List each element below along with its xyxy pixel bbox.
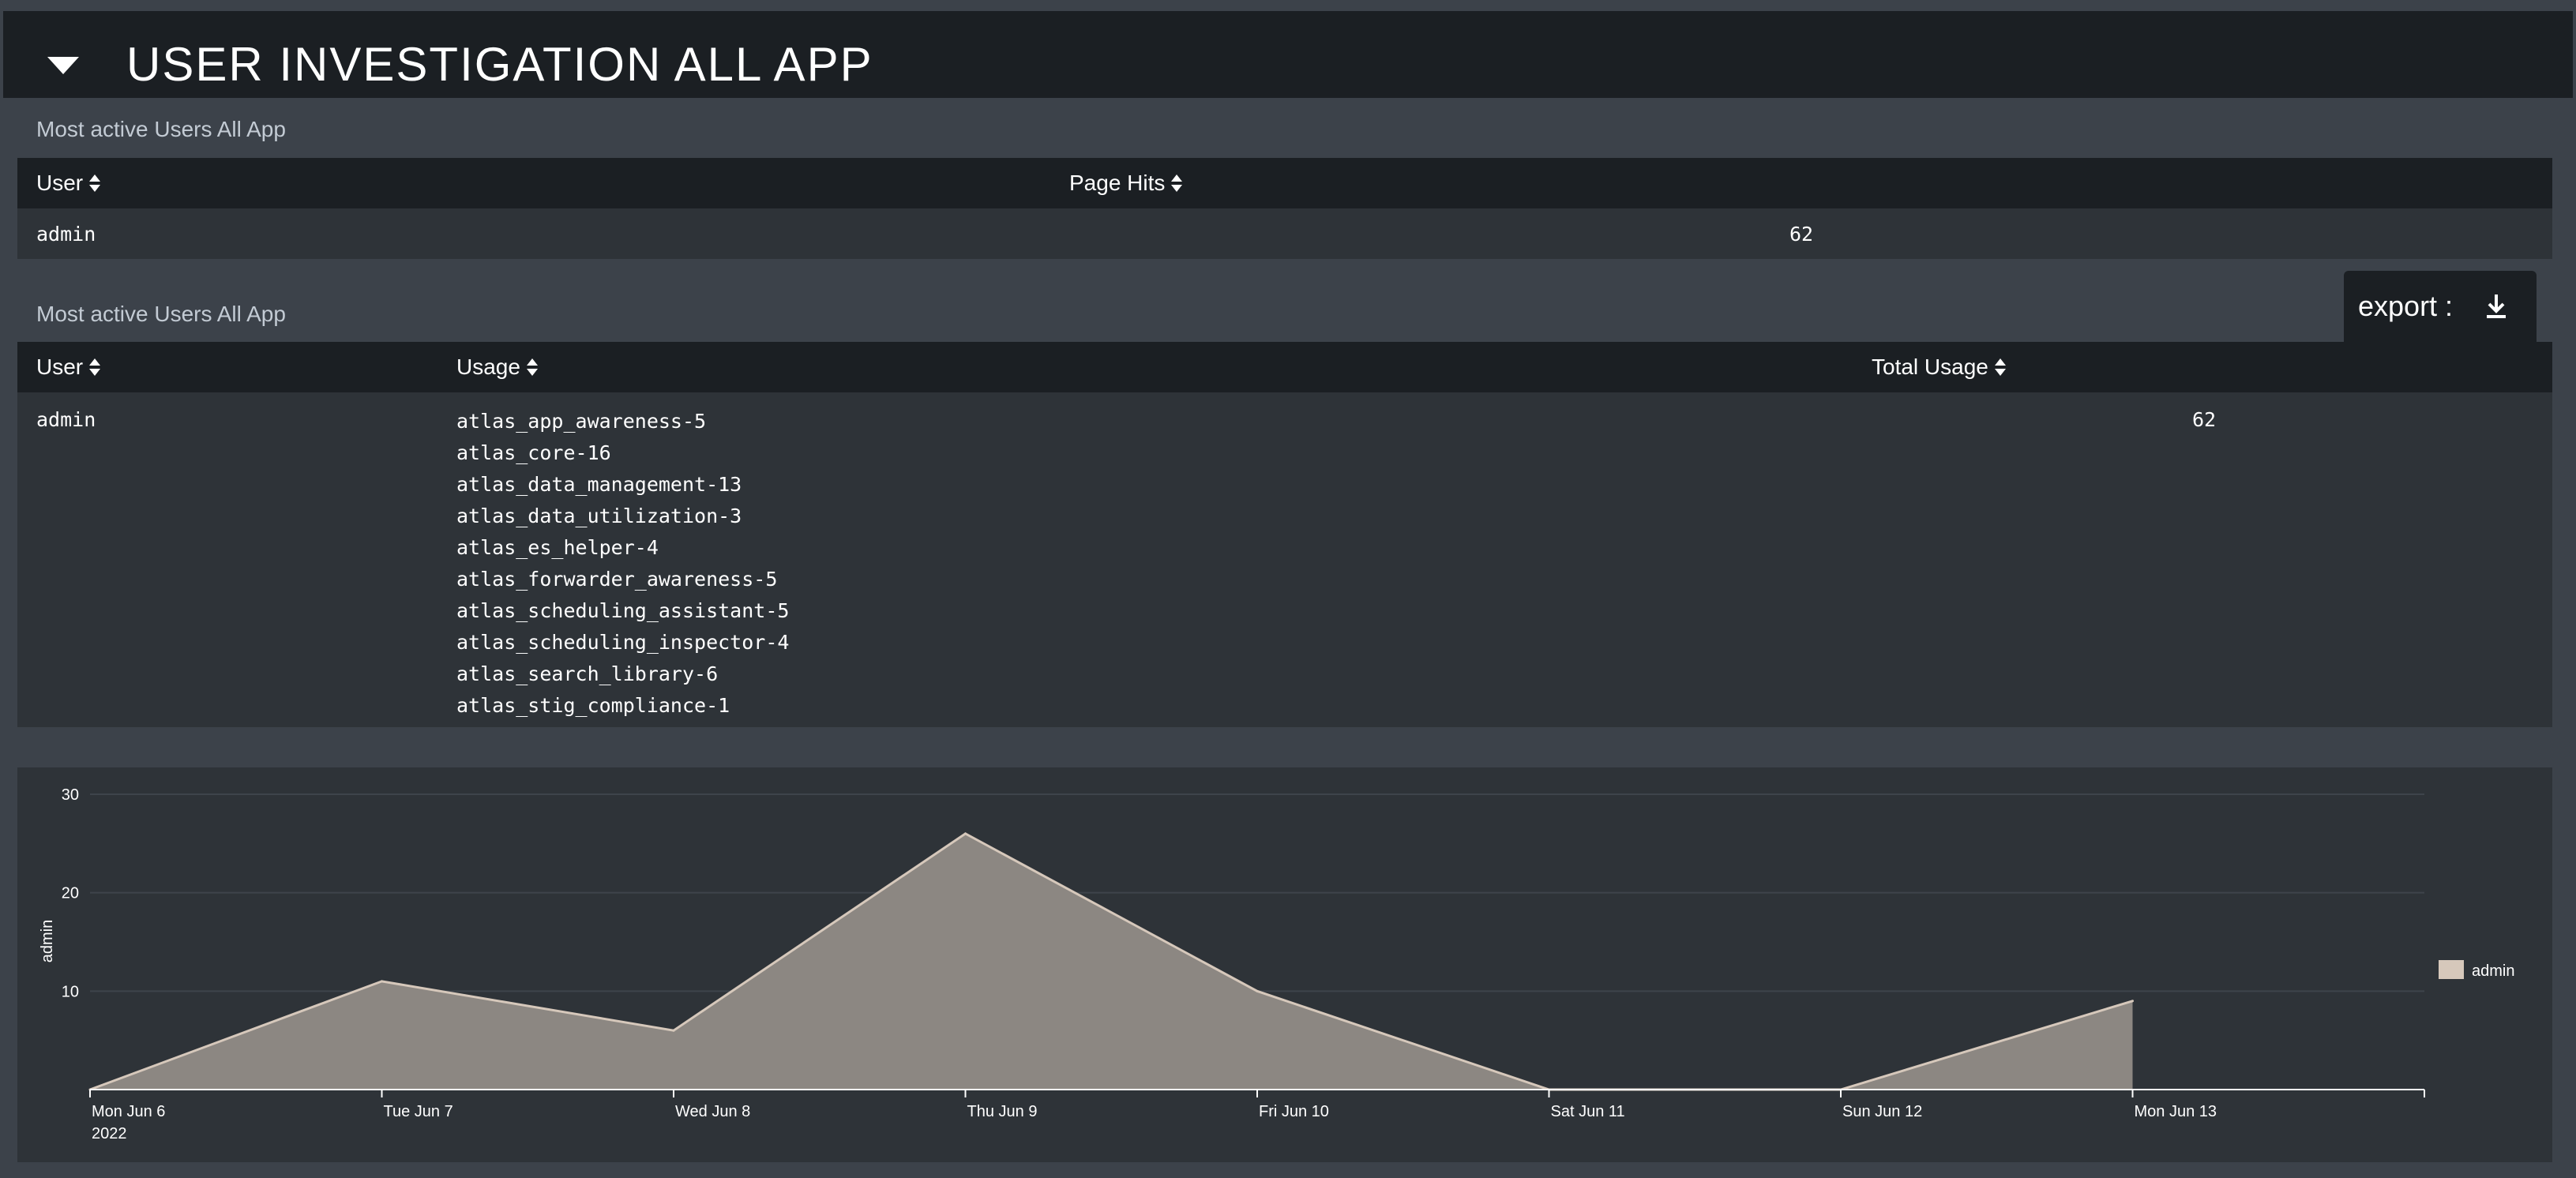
x-tick-label: Fri Jun 10 bbox=[1259, 1103, 1329, 1120]
download-icon bbox=[2487, 294, 2506, 318]
usage-item: atlas_stig_compliance-1 bbox=[456, 694, 730, 717]
data-point bbox=[964, 832, 967, 835]
usage-item: atlas_scheduling_inspector-4 bbox=[456, 631, 790, 654]
usage-chart-panel: 10 20 30 Mon Jun 6 Tue Jun 7 Wed Jun 8 Thu Jun… bbox=[17, 767, 2552, 1162]
cell-total-usage: 62 bbox=[2192, 408, 2217, 431]
column-header-page-hits[interactable]: Page Hits bbox=[1069, 158, 1183, 208]
x-tick-label: Mon Jun 6 bbox=[92, 1103, 165, 1120]
data-point bbox=[381, 980, 383, 983]
cell-page-hits: 62 bbox=[1789, 223, 1814, 246]
sort-icon bbox=[1171, 174, 1183, 192]
table-row: admin 62 bbox=[17, 208, 2552, 259]
usage-item: atlas_es_helper-4 bbox=[456, 536, 659, 559]
sort-icon bbox=[89, 358, 101, 376]
data-point bbox=[672, 1029, 675, 1032]
column-header-user[interactable]: User bbox=[36, 158, 101, 208]
usage-item: atlas_data_management-13 bbox=[456, 473, 742, 496]
panel1-table-header: User Page Hits bbox=[17, 158, 2552, 208]
x-tick-label: Tue Jun 7 bbox=[384, 1103, 453, 1120]
data-point bbox=[2131, 1000, 2134, 1003]
y-tick-label: 20 bbox=[62, 885, 79, 902]
cell-user: admin bbox=[36, 408, 96, 431]
x-tick-label: Sat Jun 11 bbox=[1551, 1103, 1625, 1120]
panel2-title: Most active Users All App bbox=[36, 302, 286, 326]
sort-icon bbox=[526, 358, 538, 376]
series-area-admin bbox=[90, 833, 2133, 1090]
x-tick-label: Thu Jun 9 bbox=[967, 1103, 1038, 1120]
cell-user: admin bbox=[36, 223, 96, 246]
legend-swatch bbox=[2439, 960, 2464, 979]
column-header-user[interactable]: User bbox=[36, 342, 101, 392]
sort-icon bbox=[89, 174, 101, 192]
y-tick-label: 30 bbox=[62, 786, 79, 804]
sort-icon bbox=[1994, 358, 2006, 376]
collapse-caret-icon[interactable] bbox=[47, 57, 79, 74]
panel1-title: Most active Users All App bbox=[36, 117, 286, 141]
export-label: export : bbox=[2358, 290, 2454, 322]
page-top-strip bbox=[0, 0, 2576, 11]
y-tick-label: 10 bbox=[62, 983, 79, 1000]
usage-item: atlas_forwarder_awareness-5 bbox=[456, 568, 778, 591]
dashboard-title: USER INVESTIGATION ALL APP bbox=[126, 38, 873, 91]
x-tick-label: Sun Jun 12 bbox=[1842, 1103, 1922, 1120]
legend-label: admin bbox=[2472, 962, 2514, 980]
data-point bbox=[1256, 989, 1259, 992]
y-axis-title: admin bbox=[39, 920, 56, 962]
usage-item: atlas_scheduling_assistant-5 bbox=[456, 599, 790, 622]
dashboard-header: USER INVESTIGATION ALL APP bbox=[3, 11, 2573, 98]
x-tick-label: Wed Jun 8 bbox=[675, 1103, 750, 1120]
column-header-usage[interactable]: Usage bbox=[456, 342, 538, 392]
x-year-label: 2022 bbox=[92, 1125, 127, 1142]
usage-item: atlas_search_library-6 bbox=[456, 662, 719, 685]
area-chart: 10 20 30 Mon Jun 6 Tue Jun 7 Wed Jun 8 Thu Jun… bbox=[39, 786, 2514, 1142]
table-row: admin 62 bbox=[17, 392, 2552, 727]
usage-item: atlas_data_utilization-3 bbox=[456, 505, 742, 527]
x-tick-label: Mon Jun 13 bbox=[2135, 1103, 2217, 1120]
usage-item: atlas_app_awareness-5 bbox=[456, 410, 707, 433]
usage-item: atlas_core-16 bbox=[456, 441, 611, 464]
usage-list: atlas_app_awareness-5 atlas_core-16 atla… bbox=[456, 406, 789, 722]
column-header-total-usage[interactable]: Total Usage bbox=[1872, 342, 2006, 392]
export-button[interactable]: export : bbox=[2344, 271, 2537, 342]
panel2-table-header: User Usage Total Usage bbox=[17, 342, 2552, 392]
